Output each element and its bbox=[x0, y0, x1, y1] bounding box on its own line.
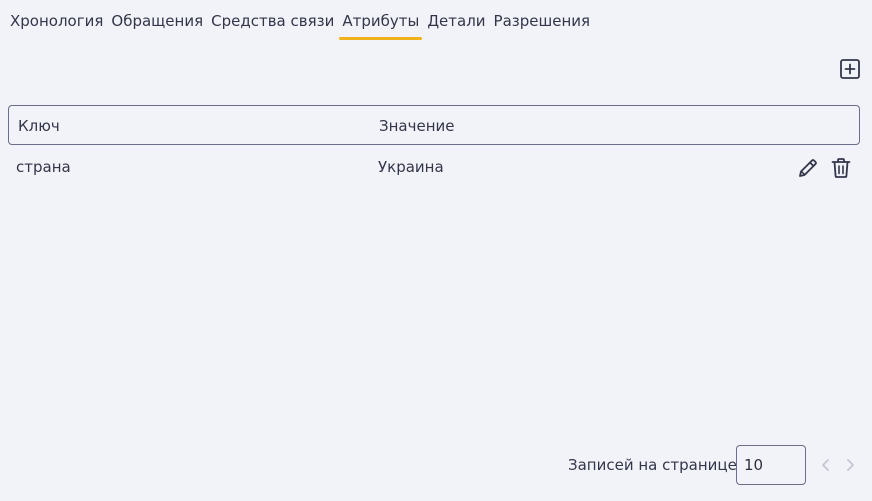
column-header-key[interactable]: Ключ bbox=[18, 106, 60, 146]
table-header: Ключ Значение bbox=[8, 105, 860, 145]
delete-button[interactable] bbox=[830, 157, 852, 179]
tab-chronology[interactable]: Хронология bbox=[7, 8, 106, 34]
tab-requests[interactable]: Обращения bbox=[108, 8, 206, 34]
chevron-right-icon bbox=[847, 459, 854, 471]
chevron-left-icon bbox=[822, 459, 829, 471]
pagination: Записей на странице: bbox=[0, 445, 872, 485]
edit-button[interactable] bbox=[797, 157, 819, 179]
tab-bar: Хронология Обращения Средства связи Атри… bbox=[7, 8, 595, 40]
tab-contact-means[interactable]: Средства связи bbox=[208, 8, 337, 34]
prev-page-button[interactable] bbox=[819, 457, 833, 473]
rows-per-page-label: Записей на странице: bbox=[568, 456, 742, 474]
column-header-value[interactable]: Значение bbox=[379, 106, 455, 146]
table-row: страна Украина bbox=[8, 148, 860, 188]
rows-per-page-input[interactable] bbox=[736, 445, 806, 485]
row-value-cell: Украина bbox=[378, 158, 444, 176]
plus-square-icon bbox=[840, 59, 860, 79]
tab-permissions[interactable]: Разрешения bbox=[491, 8, 594, 34]
tab-details[interactable]: Детали bbox=[424, 8, 488, 34]
add-attribute-button[interactable] bbox=[840, 59, 860, 79]
row-key-cell: страна bbox=[16, 158, 71, 176]
trash-icon bbox=[831, 158, 851, 178]
tab-attributes[interactable]: Атрибуты bbox=[339, 8, 423, 40]
pencil-icon bbox=[799, 159, 817, 177]
next-page-button[interactable] bbox=[843, 457, 857, 473]
